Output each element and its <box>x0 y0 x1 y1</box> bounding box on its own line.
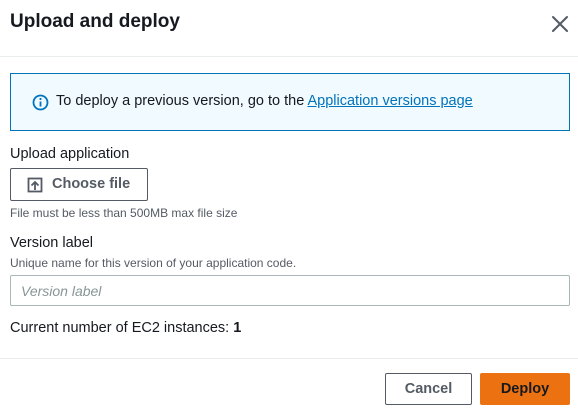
footer-divider <box>0 358 578 359</box>
upload-application-label: Upload application <box>10 146 130 162</box>
info-alert: To deploy a previous version, go to the … <box>10 73 570 131</box>
version-label-heading: Version label <box>10 235 94 251</box>
ec2-instances-label: Current number of EC2 instances: <box>10 320 230 336</box>
dialog-header: Upload and deploy <box>0 0 578 57</box>
close-icon <box>552 16 568 32</box>
ec2-instances-count: 1 <box>233 320 242 336</box>
version-label-input[interactable] <box>10 275 570 306</box>
close-button[interactable] <box>549 13 571 35</box>
cancel-button[interactable]: Cancel <box>385 373 472 405</box>
ec2-instances-info: Current number of EC2 instances: 1 <box>10 320 241 336</box>
upload-icon <box>27 177 43 193</box>
version-label-description: Unique name for this version of your app… <box>10 256 297 270</box>
info-icon <box>32 94 49 111</box>
application-versions-link[interactable]: Application versions page <box>308 93 473 109</box>
info-message: To deploy a previous version, go to the … <box>56 93 473 109</box>
choose-file-button[interactable]: Choose file <box>10 168 148 201</box>
upload-deploy-dialog: Upload and deploy To deploy a previous v… <box>0 0 578 413</box>
deploy-button[interactable]: Deploy <box>480 373 570 405</box>
info-message-text: To deploy a previous version, go to the <box>56 93 308 109</box>
dialog-title: Upload and deploy <box>10 11 180 32</box>
deploy-button-label: Deploy <box>500 381 550 397</box>
choose-file-label: Choose file <box>52 176 131 192</box>
cancel-button-label: Cancel <box>404 381 453 397</box>
file-size-hint: File must be less than 500MB max file si… <box>10 206 238 220</box>
